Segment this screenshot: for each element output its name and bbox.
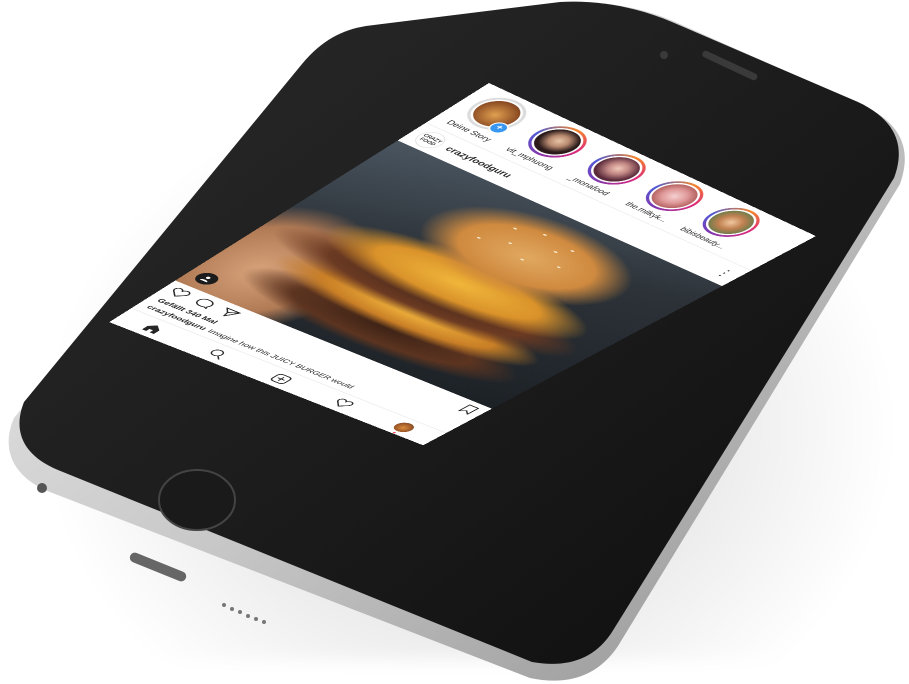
search-icon[interactable] xyxy=(204,347,231,360)
more-icon[interactable]: ⋮ xyxy=(711,266,737,279)
activity-heart-icon[interactable] xyxy=(330,397,356,409)
avatar-logo-text: CRAZY FOOD xyxy=(418,133,444,147)
user-tag-icon[interactable] xyxy=(190,270,224,287)
front-camera xyxy=(660,51,668,59)
home-icon[interactable] xyxy=(139,322,166,336)
heart-icon[interactable] xyxy=(166,286,193,299)
bookmark-icon[interactable] xyxy=(456,404,481,416)
profile-icon[interactable] xyxy=(389,420,419,435)
comment-icon[interactable] xyxy=(191,297,218,310)
paper-plane-icon[interactable] xyxy=(216,307,243,320)
notification-dot xyxy=(392,431,397,434)
add-post-icon[interactable] xyxy=(268,373,295,386)
home-button[interactable] xyxy=(158,469,236,531)
